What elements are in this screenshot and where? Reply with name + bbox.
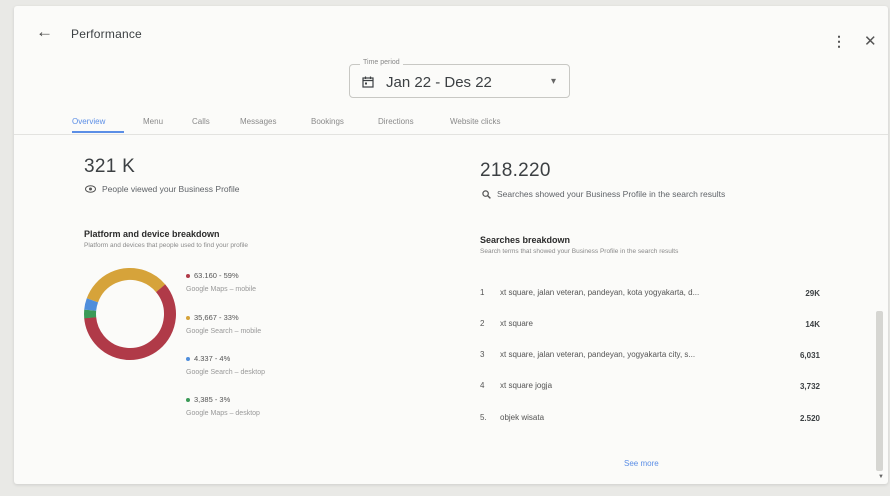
row-count: 6,031 — [799, 351, 820, 360]
time-period-value: Jan 22 - Des 22 — [386, 74, 492, 91]
legend-value: 35,667 - 33% — [194, 313, 239, 322]
tab-website-clicks[interactable]: Website clicks — [450, 117, 501, 126]
scrollbar[interactable] — [876, 311, 883, 471]
back-arrow-icon[interactable]: ← — [36, 22, 53, 42]
legend-label: Google Maps – mobile — [186, 286, 257, 293]
legend-item-maps-mobile: 63.160 - 59% Google Maps – mobile — [186, 271, 256, 293]
time-period-label: Time period — [360, 59, 403, 66]
search-term-row: 5. objek wisata 2.520 — [480, 413, 820, 427]
dropdown-caret-icon: ▾ — [551, 76, 557, 87]
search-term-row: 4 xt square jogja 3,732 — [480, 381, 820, 395]
search-term-row: 3 xt square, jalan veteran, pandeyan, yo… — [480, 350, 820, 364]
eye-icon — [85, 185, 96, 193]
legend-value: 4.337 - 4% — [194, 354, 231, 363]
legend-label: Google Search – mobile — [186, 328, 262, 335]
tab-menu[interactable]: Menu — [143, 117, 163, 126]
search-term-row: 2 xt square 14K — [480, 319, 820, 333]
row-rank: 1 — [480, 288, 485, 297]
row-count: 14K — [805, 320, 820, 329]
legend-value: 63.160 - 59% — [194, 271, 239, 280]
tab-bar: Overview Menu Calls Messages Bookings Di… — [14, 107, 888, 135]
search-term-row: 1 xt square, jalan veteran, pandeyan, ko… — [480, 288, 820, 302]
searches-breakdown-title: Searches breakdown — [480, 235, 571, 245]
platform-donut-chart — [84, 268, 176, 360]
profile-views-total: 321 K — [84, 156, 136, 177]
searches-breakdown-subtitle: Search terms that showed your Business P… — [480, 248, 679, 255]
more-vert-icon[interactable]: ⋮ — [832, 34, 846, 48]
row-term: xt square jogja — [500, 381, 553, 390]
legend-label: Google Maps – desktop — [186, 410, 260, 417]
page-title: Performance — [71, 27, 142, 41]
row-count: 2.520 — [799, 414, 820, 423]
row-term: xt square, jalan veteran, pandeyan, kota… — [500, 288, 700, 297]
search-appearances-caption-text: Searches showed your Business Profile in… — [497, 189, 726, 199]
tab-calls[interactable]: Calls — [192, 117, 210, 126]
dialog-header: ← Performance ⋮ ✕ — [14, 6, 888, 66]
profile-views-caption-text: People viewed your Business Profile — [102, 184, 240, 194]
tab-overview[interactable]: Overview — [72, 117, 105, 126]
scroll-down-arrow-icon[interactable]: ▼ — [878, 474, 884, 480]
see-more-link[interactable]: See more — [624, 459, 659, 468]
row-term: xt square — [500, 319, 533, 328]
row-rank: 5. — [480, 413, 487, 422]
platform-breakdown-subtitle: Platform and devices that people used to… — [84, 242, 249, 249]
platform-breakdown-title: Platform and device breakdown — [84, 229, 220, 239]
row-rank: 3 — [480, 350, 485, 359]
row-term: xt square, jalan veteran, pandeyan, yogy… — [500, 350, 696, 359]
search-appearances-total: 218.220 — [480, 160, 551, 181]
row-rank: 4 — [480, 381, 485, 390]
legend-dot — [186, 397, 190, 402]
legend-item-maps-desktop: 3,385 - 3% Google Maps – desktop — [186, 395, 260, 417]
legend-value: 3,385 - 3% — [194, 395, 231, 404]
tab-messages[interactable]: Messages — [240, 117, 276, 126]
donut-segment — [84, 268, 176, 360]
search-appearances-caption: Searches showed your Business Profile in… — [482, 189, 725, 199]
legend-item-search-mobile: 35,667 - 33% Google Search – mobile — [186, 313, 261, 335]
profile-views-caption: People viewed your Business Profile — [85, 184, 240, 194]
legend-label: Google Search – desktop — [186, 369, 265, 376]
row-count: 3,732 — [799, 382, 820, 391]
row-count: 29K — [805, 289, 820, 298]
row-rank: 2 — [480, 319, 485, 328]
legend-dot — [186, 356, 190, 361]
row-term: objek wisata — [500, 413, 545, 422]
tab-bookings[interactable]: Bookings — [311, 117, 344, 126]
search-icon — [482, 189, 491, 199]
time-period-select[interactable]: Time period Jan 22 - Des 22 ▾ — [349, 59, 570, 98]
performance-dialog: ← Performance ⋮ ✕ Time period Jan 22 - D… — [14, 6, 888, 484]
legend-dot — [186, 273, 190, 278]
tab-directions[interactable]: Directions — [378, 117, 414, 126]
calendar-icon — [362, 75, 374, 93]
active-tab-indicator — [72, 131, 124, 133]
legend-item-search-desktop: 4.337 - 4% Google Search – desktop — [186, 354, 265, 376]
donut-segment — [84, 268, 176, 360]
legend-dot — [186, 315, 190, 320]
close-icon[interactable]: ✕ — [864, 32, 877, 50]
